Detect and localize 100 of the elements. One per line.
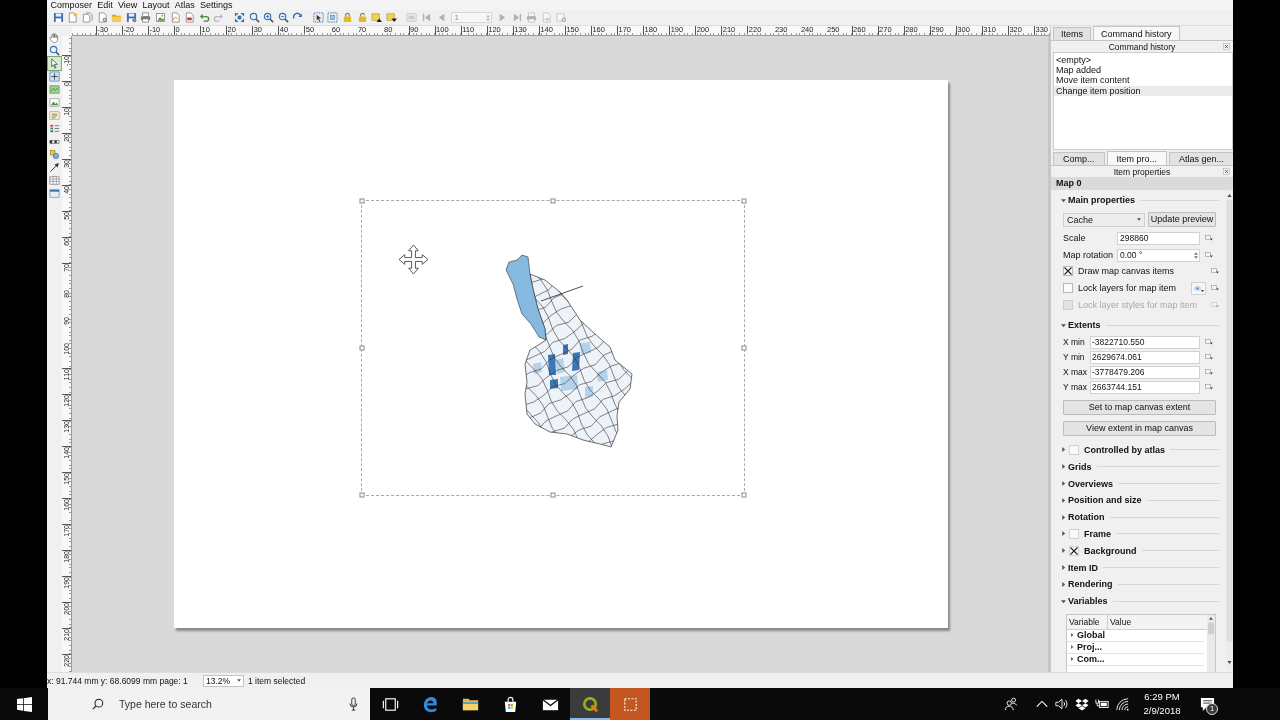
- dropdown-menu-icon[interactable]: [1205, 384, 1213, 391]
- text-box-icon[interactable]: [48, 109, 61, 122]
- expand-arrow-icon[interactable]: [1061, 447, 1066, 453]
- section-title[interactable]: Controlled by atlas: [1084, 445, 1165, 455]
- section-title[interactable]: Position and size: [1068, 495, 1142, 506]
- lock-icon[interactable]: [342, 12, 354, 23]
- image-file-icon[interactable]: [154, 12, 166, 23]
- magnifier-icon[interactable]: [248, 12, 260, 23]
- collapse-arrow-icon[interactable]: [1061, 322, 1066, 328]
- page-gear-icon[interactable]: [96, 12, 108, 23]
- hand-icon[interactable]: [48, 31, 61, 44]
- open-box-icon[interactable]: [1075, 697, 1089, 711]
- checkbox[interactable]: [1069, 545, 1079, 556]
- section-title[interactable]: Overviews: [1068, 478, 1114, 489]
- checkbox[interactable]: [1063, 266, 1073, 277]
- dropdown-menu-icon[interactable]: [1211, 285, 1219, 292]
- cursor-icon[interactable]: [48, 57, 61, 70]
- resize-handle[interactable]: [550, 198, 556, 204]
- map-icon[interactable]: [48, 83, 61, 96]
- section-title[interactable]: Extents: [1068, 320, 1101, 331]
- extent-field[interactable]: 2663744.151: [1090, 380, 1200, 394]
- history-entry[interactable]: <empty>: [1054, 55, 1232, 66]
- expand-arrow-icon[interactable]: [1070, 645, 1074, 650]
- battery-plug-icon[interactable]: [1095, 697, 1109, 711]
- clock-date[interactable]: 2/9/2018: [1143, 704, 1181, 718]
- microphone-icon[interactable]: [349, 697, 358, 711]
- close-icon[interactable]: [1223, 168, 1230, 175]
- scale-field[interactable]: 298860: [1117, 231, 1200, 245]
- resize-handle[interactable]: [741, 345, 747, 351]
- menu-item[interactable]: Composer: [48, 0, 95, 10]
- wifi-icon[interactable]: [1115, 697, 1129, 711]
- expand-arrow-icon[interactable]: [1061, 514, 1066, 520]
- extent-button[interactable]: View extent in map canvas: [1063, 420, 1216, 436]
- expand-arrow-icon[interactable]: [1070, 633, 1074, 638]
- checkbox[interactable]: [1063, 283, 1073, 294]
- dropdown-menu-icon[interactable]: [1205, 339, 1213, 346]
- panel-tab[interactable]: Items: [1053, 27, 1091, 40]
- speaker-icon[interactable]: [1055, 697, 1069, 711]
- stack-up-icon[interactable]: [371, 12, 383, 23]
- vector-file-icon[interactable]: [169, 12, 181, 23]
- resize-handle[interactable]: [359, 492, 365, 498]
- window-frame-icon[interactable]: [48, 187, 61, 200]
- extent-field[interactable]: -3778479.206: [1090, 365, 1200, 379]
- resize-handle[interactable]: [550, 492, 556, 498]
- resize-handle[interactable]: [359, 345, 365, 351]
- dropdown-menu-icon[interactable]: [1205, 235, 1213, 242]
- scrollbar[interactable]: [1207, 614, 1215, 672]
- section-title[interactable]: Rotation: [1068, 512, 1105, 523]
- zoom-dropdown[interactable]: 13.2%: [203, 674, 244, 687]
- history-entry[interactable]: Map added: [1054, 65, 1232, 76]
- stack-down-icon[interactable]: [385, 12, 397, 23]
- dropdown-menu-icon[interactable]: [1211, 268, 1219, 275]
- section-title[interactable]: Rendering: [1068, 579, 1113, 590]
- undo-icon[interactable]: [198, 12, 210, 23]
- history-entry[interactable]: Change item position: [1054, 85, 1232, 96]
- menu-item[interactable]: Settings: [197, 0, 236, 10]
- search-field[interactable]: Type here to search: [48, 688, 370, 720]
- panel-tab[interactable]: Comp...: [1053, 152, 1105, 165]
- expand-arrow-icon[interactable]: [1061, 548, 1066, 554]
- pages-icon[interactable]: [82, 12, 93, 23]
- pdf-file-icon[interactable]: [184, 12, 196, 23]
- legend-icon[interactable]: [48, 122, 61, 135]
- people-icon[interactable]: [1004, 697, 1018, 711]
- history-entry[interactable]: Move item content: [1054, 75, 1232, 86]
- menu-item[interactable]: Edit: [94, 0, 116, 10]
- expand-arrow-icon[interactable]: [1061, 464, 1066, 470]
- expand-arrow-icon[interactable]: [1061, 481, 1066, 487]
- close-icon[interactable]: [1223, 43, 1230, 50]
- variable-scope[interactable]: Global: [1077, 630, 1105, 641]
- expand-arrow-icon[interactable]: [1061, 531, 1066, 537]
- dropdown-menu-icon[interactable]: [1205, 369, 1213, 376]
- select-all-icon[interactable]: [312, 12, 324, 23]
- section-title[interactable]: Grids: [1068, 461, 1092, 472]
- resize-handle[interactable]: [741, 198, 747, 204]
- layer-presets-button[interactable]: [1191, 281, 1206, 295]
- zoom-in-icon[interactable]: [263, 12, 275, 23]
- section-title[interactable]: Frame: [1084, 528, 1111, 539]
- magnifier-icon[interactable]: [48, 44, 61, 57]
- spin-arrows-icon[interactable]: [1194, 250, 1198, 260]
- variable-scope[interactable]: Com...: [1077, 654, 1105, 665]
- map-item-frame[interactable]: [361, 200, 745, 496]
- expand-arrows-icon[interactable]: [233, 12, 245, 23]
- collapse-arrow-icon[interactable]: [1061, 598, 1066, 604]
- dropdown-menu-icon[interactable]: [1205, 252, 1213, 259]
- section-title[interactable]: Item ID: [1068, 562, 1098, 573]
- expand-arrow-icon[interactable]: [1061, 581, 1066, 587]
- section-title[interactable]: Background: [1084, 545, 1137, 556]
- zoom-out-icon[interactable]: [277, 12, 289, 23]
- windows-logo-icon[interactable]: [16, 696, 32, 712]
- collapse-arrow-icon[interactable]: [1061, 197, 1066, 203]
- extent-field[interactable]: 2629674.061: [1090, 350, 1200, 364]
- dropdown-menu-icon[interactable]: [1205, 354, 1213, 361]
- variable-scope[interactable]: Proj...: [1077, 642, 1102, 653]
- checkbox-label[interactable]: Lock layers for map item: [1078, 283, 1177, 294]
- resize-handle[interactable]: [741, 492, 747, 498]
- panel-tab[interactable]: Atlas gen...: [1169, 152, 1233, 165]
- rotation-field[interactable]: 0.00 °: [1117, 248, 1200, 262]
- picture-icon[interactable]: [48, 96, 61, 109]
- expand-arrow-icon[interactable]: [1061, 497, 1066, 503]
- section-title[interactable]: Main properties: [1068, 195, 1135, 206]
